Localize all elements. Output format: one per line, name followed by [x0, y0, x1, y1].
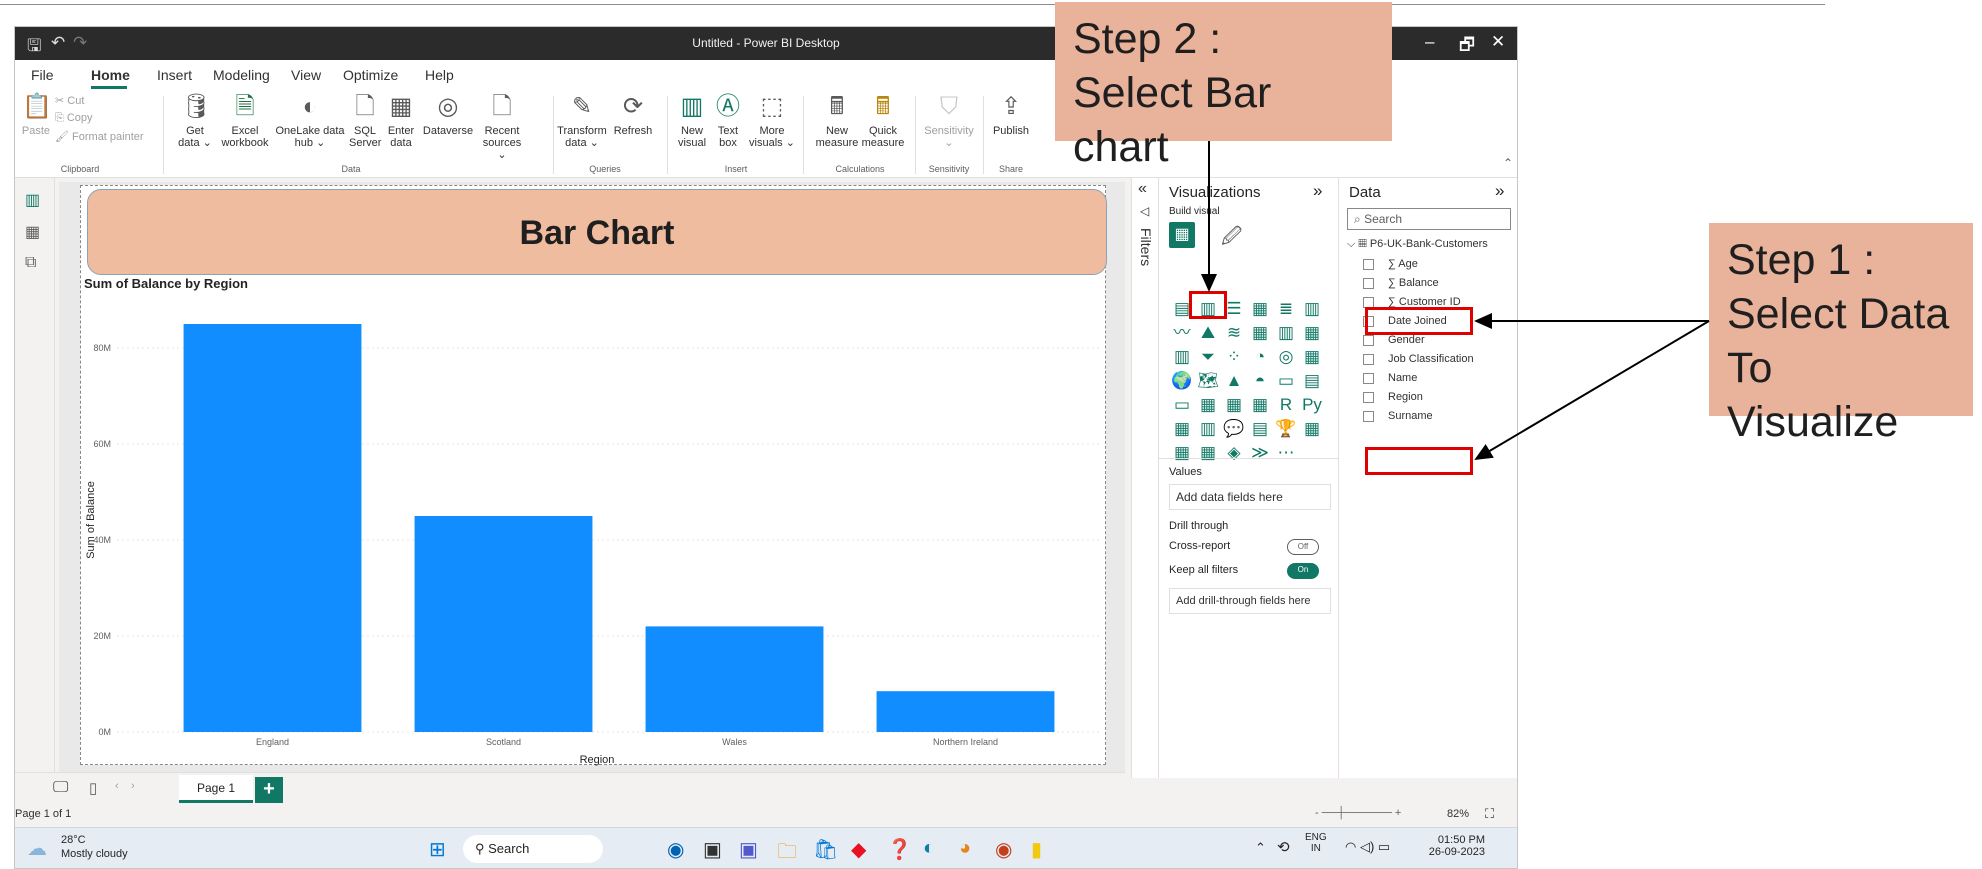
annotation-arrows	[1201, 141, 1710, 461]
